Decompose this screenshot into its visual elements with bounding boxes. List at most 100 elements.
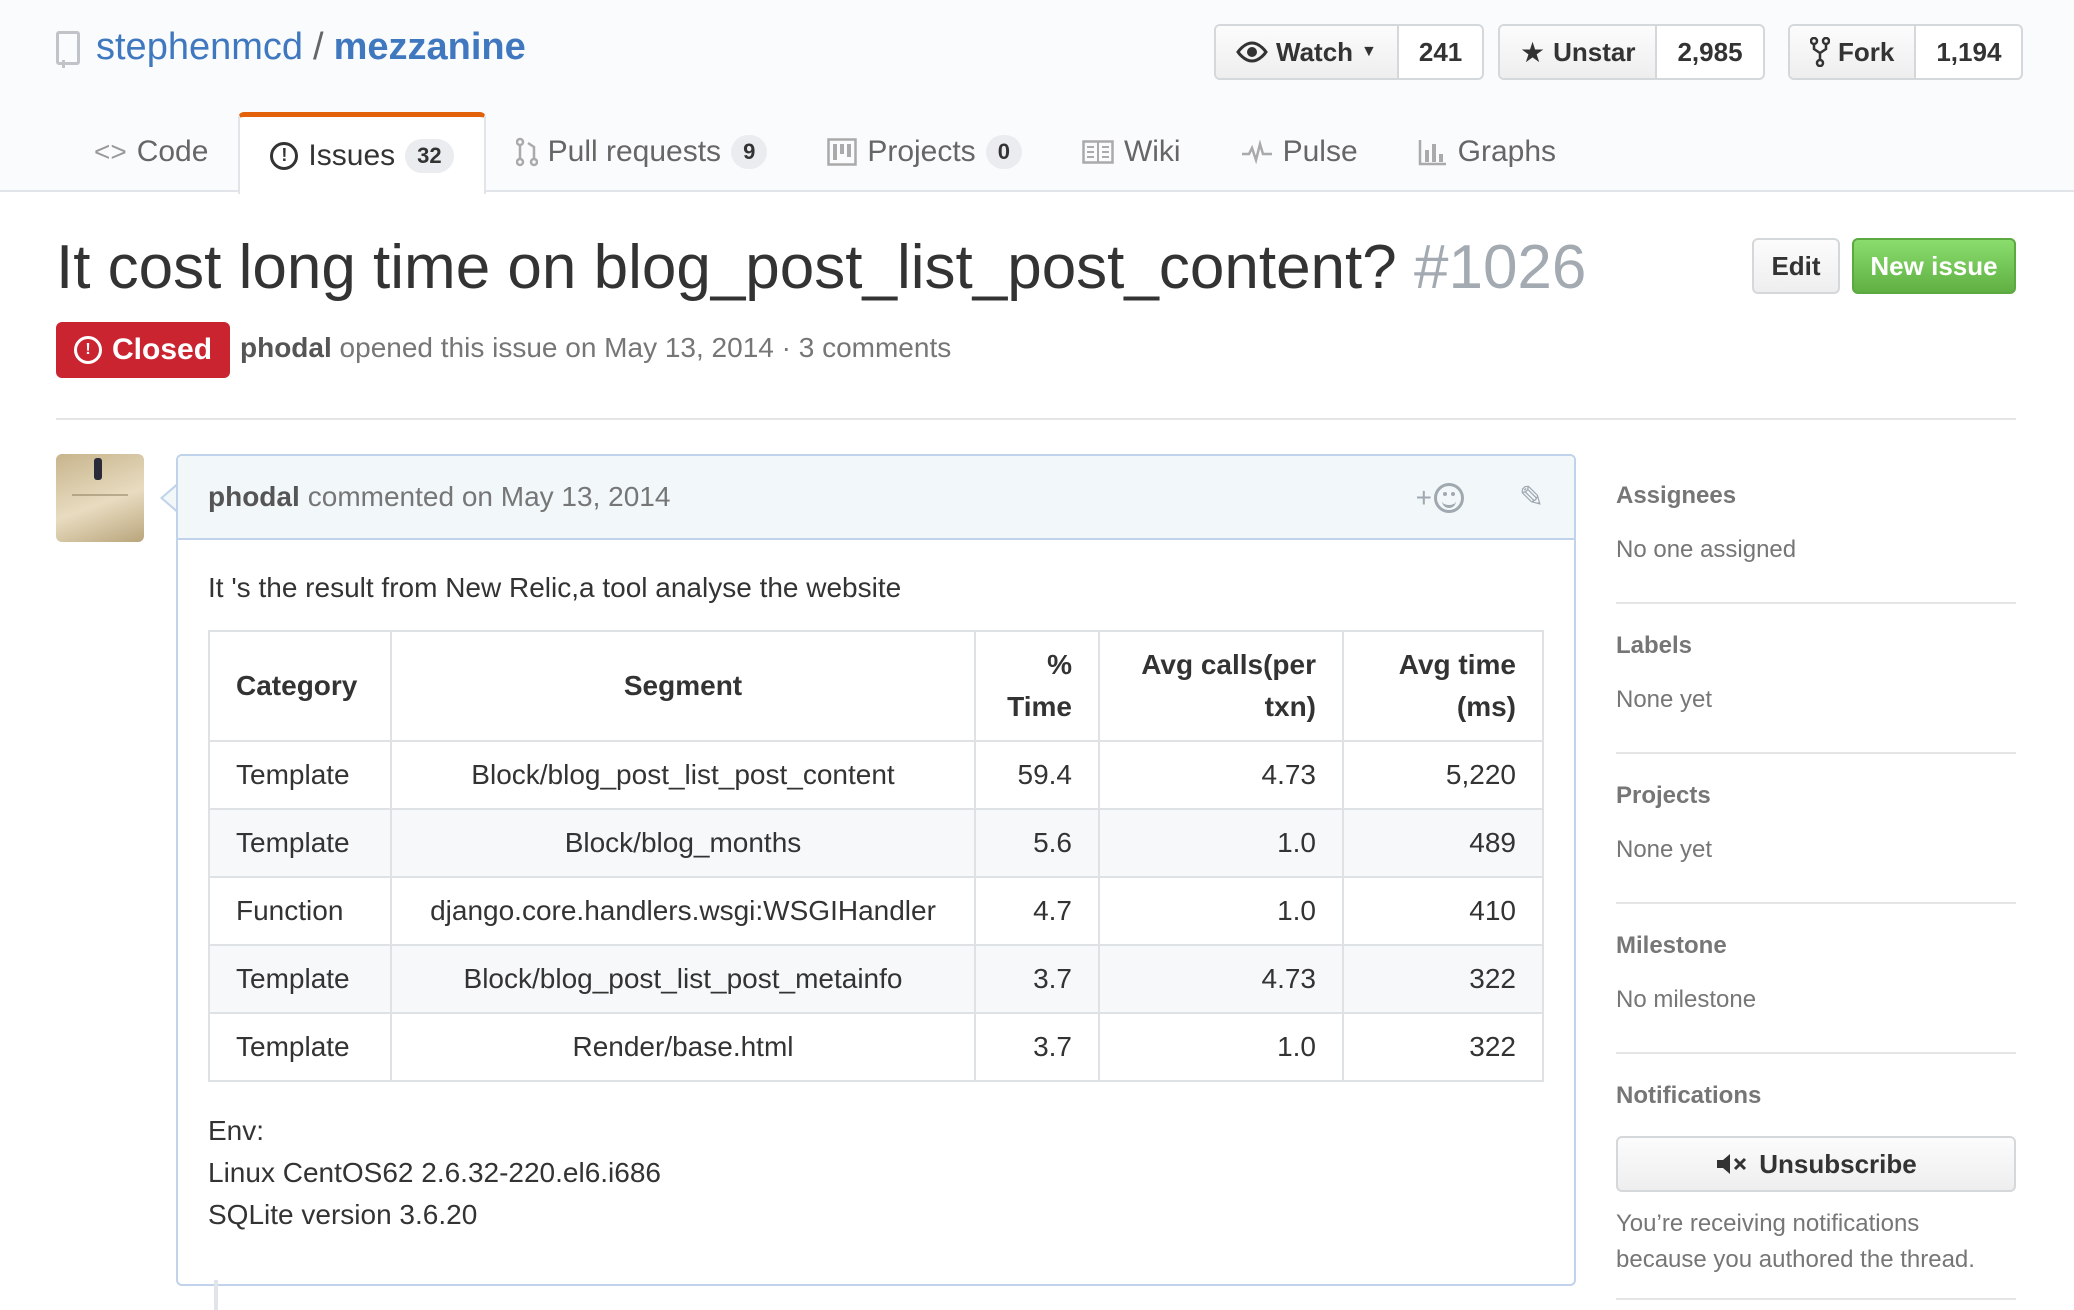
watchers-count[interactable]: 241 xyxy=(1399,26,1482,78)
repo-owner-link[interactable]: stephenmcd xyxy=(96,26,303,69)
new-issue-button[interactable]: New issue xyxy=(1852,238,2016,294)
labels-heading[interactable]: Labels xyxy=(1616,632,2016,660)
env-line: Linux CentOS62 2.6.32-220.el6.i686 xyxy=(208,1157,661,1188)
unsubscribe-button[interactable]: Unsubscribe xyxy=(1616,1136,2016,1192)
cell-avg-time: 489 xyxy=(1342,808,1544,878)
comment-header: phodal commented on May 13, 2014 + ✎ xyxy=(178,456,1574,540)
assignees-section: Assignees No one assigned xyxy=(1616,454,2016,604)
plus-icon: + xyxy=(1415,482,1432,513)
cell-avg-calls: 4.73 xyxy=(1098,740,1344,810)
graph-icon xyxy=(1418,140,1446,166)
tab-code[interactable]: <> Code xyxy=(64,112,238,192)
table-row: Template Block/blog_months 5.6 1.0 489 xyxy=(208,808,1544,878)
cell-segment: Block/blog_post_list_post_content xyxy=(390,740,976,810)
issue-author-link[interactable]: phodal xyxy=(240,332,332,363)
comment-timestamp[interactable]: commented on May 13, 2014 xyxy=(308,481,671,513)
cell-segment: django.core.handlers.wsgi:WSGIHandler xyxy=(390,876,976,946)
issue-state-label: Closed xyxy=(112,333,213,366)
tab-wiki[interactable]: Wiki xyxy=(1052,112,1211,192)
pulse-icon xyxy=(1241,140,1272,164)
add-reaction-button[interactable]: + xyxy=(1416,482,1464,514)
cell-category: Template xyxy=(208,944,392,1014)
repo-separator: / xyxy=(313,26,324,68)
tab-graphs[interactable]: Graphs xyxy=(1388,112,1586,192)
unsubscribe-label: Unsubscribe xyxy=(1759,1148,1917,1179)
avatar[interactable] xyxy=(56,454,144,542)
tab-issues[interactable]: ! Issues 32 xyxy=(238,112,486,194)
tab-pull-requests[interactable]: Pull requests 9 xyxy=(486,112,798,192)
repo-name-link[interactable]: mezzanine xyxy=(334,26,526,69)
tab-projects[interactable]: Projects 0 xyxy=(797,112,1052,192)
avatar-scribble xyxy=(72,494,128,524)
assignees-value: No one assigned xyxy=(1616,536,1797,563)
stargazers-count[interactable]: 2,985 xyxy=(1657,26,1762,78)
watch-label: Watch xyxy=(1276,36,1354,67)
projects-value: None yet xyxy=(1616,836,1713,863)
cell-segment: Render/base.html xyxy=(390,1012,976,1082)
edit-title-button[interactable]: Edit xyxy=(1752,238,1840,294)
cell-category: Template xyxy=(208,740,392,810)
projects-counter: 0 xyxy=(985,135,1022,169)
cell-avg-calls: 1.0 xyxy=(1098,876,1344,946)
book-icon xyxy=(1082,140,1114,164)
star-button-group: ★ Unstar 2,985 xyxy=(1498,24,1765,80)
watch-button[interactable]: Watch ▼ xyxy=(1216,26,1399,78)
tab-label: Projects xyxy=(867,135,976,168)
table-row: Template Block/blog_post_list_post_metai… xyxy=(208,944,1544,1014)
comment-pointer-inner xyxy=(163,486,177,510)
tab-label: Issues xyxy=(308,138,396,172)
cell-avg-calls: 1.0 xyxy=(1098,808,1344,878)
cell-category: Function xyxy=(208,876,392,946)
performance-table: Category Segment % Time Avg calls(per tx… xyxy=(208,630,1544,1082)
cell-pct-time: 3.7 xyxy=(974,944,1100,1014)
smiley-icon xyxy=(1434,483,1464,513)
table-header-row: Category Segment % Time Avg calls(per tx… xyxy=(208,630,1544,742)
issue-closed-icon: ! xyxy=(74,336,102,364)
notification-reason-line: You’re receiving notifications xyxy=(1616,1210,1920,1237)
project-icon xyxy=(827,138,858,166)
fork-button[interactable]: Fork xyxy=(1790,26,1917,78)
env-label: Env: xyxy=(208,1115,265,1146)
column-header-avg-time: Avg time (ms) xyxy=(1342,630,1544,742)
cell-category: Template xyxy=(208,808,392,878)
assignees-heading[interactable]: Assignees xyxy=(1616,482,2016,510)
column-header-avg-line1: Avg time xyxy=(1398,649,1516,680)
notification-reason-line: because you authored the thread. xyxy=(1616,1246,1975,1273)
repo-forked-icon xyxy=(1810,37,1830,67)
cell-avg-time: 5,220 xyxy=(1342,740,1544,810)
cell-avg-calls: 1.0 xyxy=(1098,1012,1344,1082)
table-row: Template Block/blog_post_list_post_conte… xyxy=(208,740,1544,810)
tab-label: Pull requests xyxy=(547,135,722,168)
code-icon: <> xyxy=(94,136,127,167)
comment-author-link[interactable]: phodal xyxy=(208,481,300,513)
unstar-label: Unstar xyxy=(1553,36,1636,67)
issue-number: #1026 xyxy=(1413,233,1587,302)
issue-meta-text: opened this issue on May 13, 2014 · 3 co… xyxy=(339,332,952,363)
column-header-pct-line2: Time xyxy=(1007,691,1072,722)
issues-counter: 32 xyxy=(405,138,454,173)
column-header-segment: Segment xyxy=(390,630,976,742)
cell-avg-time: 322 xyxy=(1342,1012,1544,1082)
unstar-button[interactable]: ★ Unstar xyxy=(1500,26,1658,78)
repo-title: stephenmcd / mezzanine xyxy=(56,26,526,69)
table-row: Function django.core.handlers.wsgi:WSGIH… xyxy=(208,876,1544,946)
tab-pulse[interactable]: Pulse xyxy=(1211,112,1388,192)
eye-icon xyxy=(1236,41,1268,63)
issue-title-text: It cost long time on blog_post_list_post… xyxy=(56,233,1397,302)
avatar-figure xyxy=(94,458,102,480)
cell-avg-time: 322 xyxy=(1342,944,1544,1014)
issue-state-badge: ! Closed xyxy=(56,322,231,378)
mute-icon xyxy=(1717,1154,1747,1174)
comment-body: It 's the result from New Relic,a tool a… xyxy=(178,540,1574,1262)
tab-label: Wiki xyxy=(1123,135,1181,168)
projects-heading[interactable]: Projects xyxy=(1616,782,2016,810)
cell-segment: Block/blog_months xyxy=(390,808,976,878)
labels-value: None yet xyxy=(1616,686,1713,713)
column-header-category: Category xyxy=(208,630,392,742)
milestone-heading[interactable]: Milestone xyxy=(1616,932,2016,960)
fork-button-group: Fork 1,194 xyxy=(1788,24,2024,80)
pencil-icon[interactable]: ✎ xyxy=(1519,480,1544,515)
forks-count[interactable]: 1,194 xyxy=(1916,26,2021,78)
star-icon: ★ xyxy=(1520,36,1546,68)
labels-section: Labels None yet xyxy=(1616,604,2016,754)
